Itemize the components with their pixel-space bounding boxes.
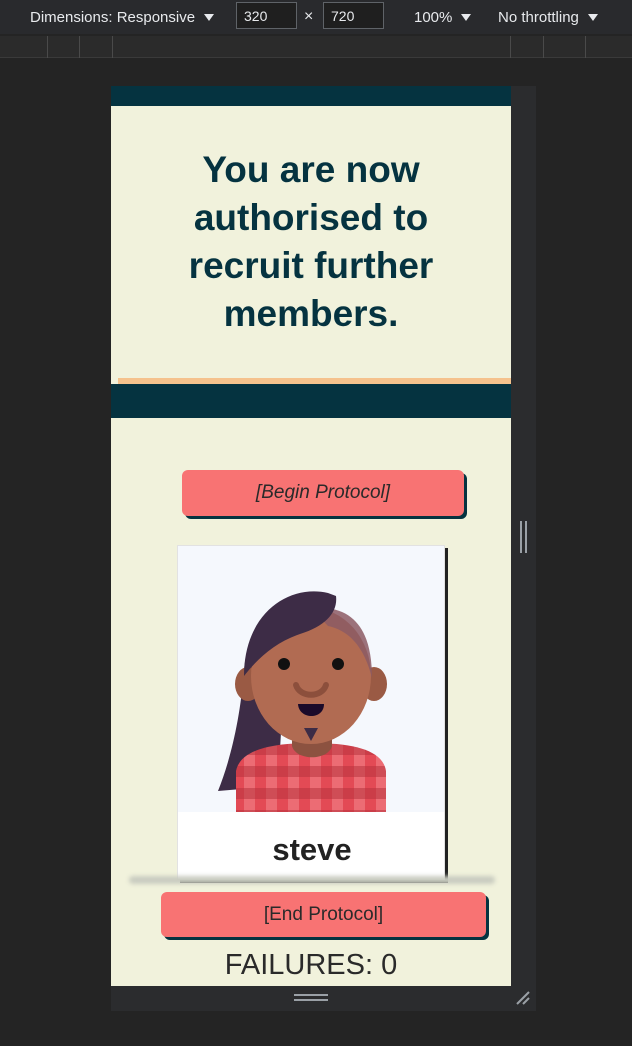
throttle-dropdown[interactable]: No throttling (498, 0, 598, 34)
media-query-bar[interactable] (0, 36, 632, 58)
times-symbol: × (304, 8, 314, 25)
chevron-down-icon (461, 13, 472, 21)
dimensions-label: Dimensions: Responsive (30, 8, 196, 26)
media-query-segment[interactable] (585, 36, 586, 58)
hero-section: You are now authorised to recruit furthe… (111, 106, 511, 378)
page-viewport: You are now authorised to recruit furthe… (111, 86, 511, 986)
dark-band (111, 384, 511, 418)
dimensions-dropdown[interactable]: Dimensions: Responsive (30, 0, 215, 34)
media-query-segment[interactable] (47, 36, 48, 58)
page-title: You are now authorised to recruit furthe… (188, 149, 434, 334)
media-query-segment[interactable] (79, 36, 80, 58)
width-input[interactable] (236, 2, 297, 29)
resize-handle-bottom[interactable] (294, 994, 328, 1001)
member-card: steve (177, 545, 445, 880)
resize-corner-icon[interactable] (514, 989, 530, 1005)
chevron-down-icon (587, 13, 598, 21)
zoom-dropdown[interactable]: 100% (414, 0, 472, 34)
header-bar (111, 86, 511, 106)
device-frame: You are now authorised to recruit furthe… (111, 86, 536, 1011)
divider-shadow (129, 876, 495, 884)
resize-handle-right[interactable] (520, 521, 527, 553)
member-name: steve (272, 832, 352, 867)
zoom-label: 100% (414, 8, 453, 26)
end-protocol-button[interactable]: [End Protocol] (161, 892, 486, 937)
height-input[interactable] (323, 2, 384, 29)
chevron-down-icon (204, 13, 215, 21)
throttle-label: No throttling (498, 8, 579, 26)
media-query-segment[interactable] (112, 36, 113, 58)
begin-protocol-button[interactable]: [Begin Protocol] (182, 470, 464, 516)
avatar (178, 546, 444, 812)
media-query-segment[interactable] (510, 36, 511, 58)
media-query-segment[interactable] (543, 36, 544, 58)
devtools-device-toolbar: Dimensions: Responsive × 100% No throttl… (0, 0, 632, 34)
failures-counter: FAILURES: 0 (224, 949, 398, 981)
avatar-illustration (218, 591, 387, 812)
